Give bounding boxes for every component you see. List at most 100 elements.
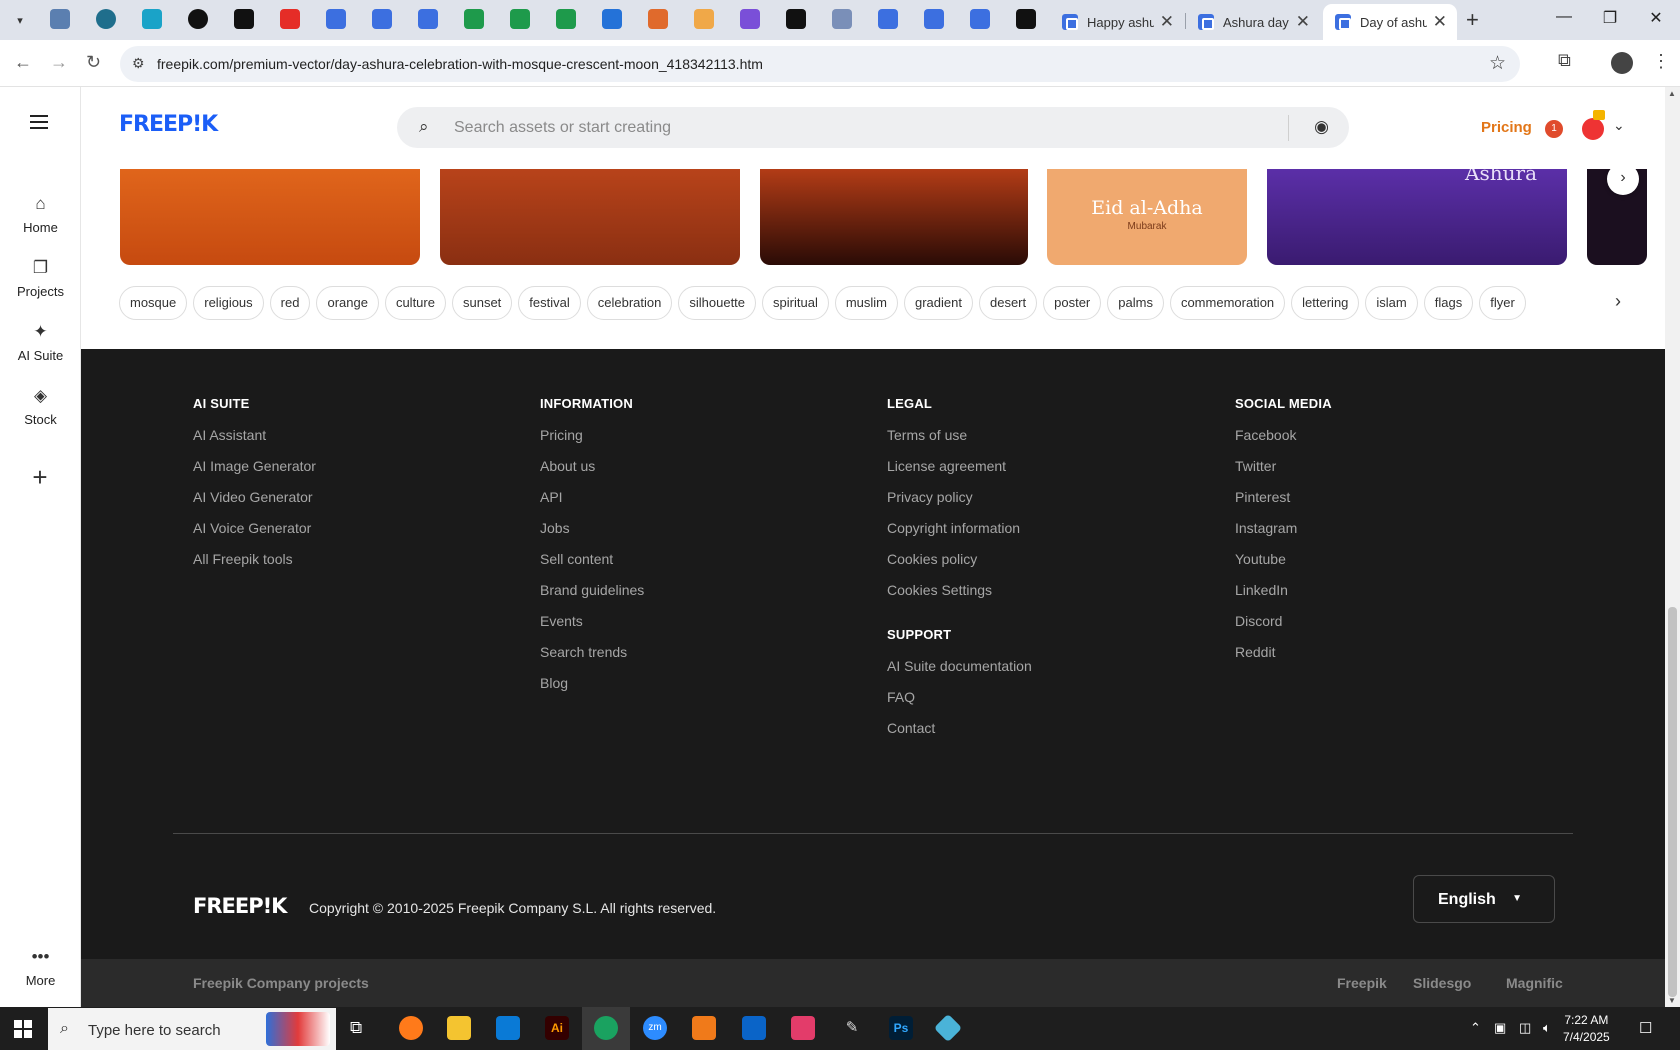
browser-menu-icon[interactable]: ⋮ <box>1652 51 1670 72</box>
footer-link[interactable]: License agreement <box>887 458 1032 489</box>
freepik-tab-icon[interactable] <box>924 9 944 29</box>
tag-chip[interactable]: palms <box>1107 286 1164 320</box>
footer-link[interactable]: Brand guidelines <box>540 582 644 613</box>
tag-chip[interactable]: red <box>269 286 311 320</box>
sheets-tab-icon[interactable] <box>556 9 576 29</box>
tag-chip[interactable]: orange <box>316 286 379 320</box>
tab-close-icon[interactable]: ✕ <box>1296 12 1310 32</box>
youtube-tab-icon[interactable] <box>280 9 300 29</box>
footer-link[interactable]: Blog <box>540 675 644 706</box>
related-thumbnail[interactable]: Eid al-Adha Mubarak <box>1047 169 1247 265</box>
footer-link[interactable]: Copyright information <box>887 520 1032 551</box>
file-explorer-icon[interactable] <box>447 1016 471 1040</box>
tag-chip[interactable]: festival <box>518 286 581 320</box>
tag-chip[interactable]: flags <box>1423 286 1474 320</box>
app-icon[interactable] <box>933 1013 963 1043</box>
footer-link[interactable]: All Freepik tools <box>193 551 316 582</box>
docs-tab-icon[interactable] <box>326 9 346 29</box>
footer-link[interactable]: AI Assistant <box>193 427 316 458</box>
minimize-icon[interactable]: — <box>1541 8 1587 26</box>
tags-next-icon[interactable]: › <box>1615 291 1621 312</box>
footer-logo[interactable]: FREEP!K <box>193 894 287 918</box>
freepik-tab-icon[interactable] <box>878 9 898 29</box>
tag-chip[interactable]: culture <box>384 286 446 320</box>
wifi-icon[interactable]: ◫ <box>1519 1020 1531 1036</box>
page-scrollbar[interactable]: ▲ ▼ <box>1665 87 1680 1007</box>
footer-link[interactable]: Pinterest <box>1235 489 1332 520</box>
footer-link[interactable]: About us <box>540 458 644 489</box>
tag-chip[interactable]: mosque <box>119 286 188 320</box>
tag-chip[interactable]: lettering <box>1291 286 1360 320</box>
vscode-icon[interactable] <box>496 1016 520 1040</box>
scroll-down-icon[interactable]: ▼ <box>1668 996 1676 1005</box>
pinned-tab-icon[interactable] <box>648 9 668 29</box>
footer-link[interactable]: Sell content <box>540 551 644 582</box>
volume-icon[interactable]: 🔈︎ <box>1543 1020 1551 1036</box>
pricing-link[interactable]: Pricing <box>1481 119 1532 136</box>
project-link[interactable]: Magnific <box>1506 975 1563 991</box>
tag-chip[interactable]: religious <box>193 286 264 320</box>
project-link[interactable]: Slidesgo <box>1413 975 1471 991</box>
pinned-tab-icon[interactable] <box>740 9 760 29</box>
tag-chip[interactable]: desert <box>978 286 1038 320</box>
footer-link[interactable]: AI Suite documentation <box>887 658 1032 689</box>
url-bar[interactable]: ⚙ freepik.com/premium-vector/day-ashura-… <box>120 46 1520 82</box>
photoshop-icon[interactable]: Ps <box>889 1016 913 1040</box>
tag-chip[interactable]: celebration <box>586 286 673 320</box>
pinned-tab-icon[interactable] <box>96 9 116 29</box>
tab-close-icon[interactable]: ✕ <box>1433 12 1447 32</box>
xampp-icon[interactable] <box>692 1016 716 1040</box>
footer-link[interactable]: Instagram <box>1235 520 1332 551</box>
back-icon[interactable]: ← <box>14 52 32 73</box>
illustrator-icon[interactable]: Ai <box>545 1016 569 1040</box>
firefox-icon[interactable] <box>399 1016 423 1040</box>
windows-start-icon[interactable] <box>14 1020 32 1038</box>
reload-icon[interactable]: ↻ <box>86 52 101 73</box>
bookmark-star-icon[interactable]: ☆ <box>1489 52 1506 75</box>
sidebar-item-more[interactable]: ••• More <box>0 947 81 988</box>
search-input[interactable]: Search assets or start creating <box>454 119 671 137</box>
footer-link[interactable]: Jobs <box>540 520 644 551</box>
outlook-icon[interactable] <box>742 1016 766 1040</box>
scrollbar-thumb[interactable] <box>1668 607 1677 997</box>
pinned-tab-icon[interactable] <box>1016 9 1036 29</box>
tray-overflow-icon[interactable]: ⌃ <box>1470 1020 1481 1036</box>
footer-link[interactable]: Pricing <box>540 427 644 458</box>
task-view-icon[interactable]: ⧉ <box>350 1018 362 1038</box>
footer-link[interactable]: AI Video Generator <box>193 489 316 520</box>
footer-link[interactable]: Cookies policy <box>887 551 1032 582</box>
footer-link[interactable]: AI Image Generator <box>193 458 316 489</box>
pinned-tab-icon[interactable] <box>694 9 714 29</box>
tag-chip[interactable]: gradient <box>904 286 973 320</box>
pinned-tab-icon[interactable] <box>142 9 162 29</box>
browser-tab[interactable]: Happy ashu ✕ <box>1050 4 1184 40</box>
related-thumbnail[interactable] <box>120 169 420 265</box>
taskbar-search[interactable]: ⌕ Type here to search <box>48 1008 336 1050</box>
chevron-down-icon[interactable]: ⌄ <box>1613 117 1625 134</box>
hamburger-menu-icon[interactable] <box>30 115 48 133</box>
action-center-icon[interactable]: ☐ <box>1639 1019 1652 1037</box>
docs-tab-icon[interactable] <box>418 9 438 29</box>
tag-chip[interactable]: sunset <box>451 286 513 320</box>
footer-link[interactable]: API <box>540 489 644 520</box>
footer-link[interactable]: Privacy policy <box>887 489 1032 520</box>
extensions-icon[interactable]: ⧉ <box>1558 50 1571 71</box>
site-info-icon[interactable]: ⚙ <box>132 55 145 72</box>
freepik-logo[interactable]: FREEP!K <box>119 112 218 137</box>
network-icon[interactable]: ▣ <box>1494 1020 1506 1036</box>
pinned-tab-icon[interactable] <box>50 9 70 29</box>
new-tab-button[interactable]: + <box>1466 8 1479 32</box>
freepik-tab-icon[interactable] <box>970 9 990 29</box>
profile-avatar[interactable] <box>1611 52 1633 74</box>
footer-link[interactable]: LinkedIn <box>1235 582 1332 613</box>
creative-cloud-icon[interactable] <box>791 1016 815 1040</box>
scroll-up-icon[interactable]: ▲ <box>1668 89 1676 98</box>
tag-chip[interactable]: flyer <box>1479 286 1526 320</box>
tab-search-dropdown[interactable]: ▾ <box>8 8 32 32</box>
add-icon[interactable]: + <box>20 457 60 497</box>
user-avatar[interactable] <box>1582 118 1604 140</box>
pinned-tab-icon[interactable] <box>234 9 254 29</box>
taskbar-search-input[interactable]: Type here to search <box>88 1022 221 1039</box>
footer-link[interactable]: Discord <box>1235 613 1332 644</box>
footer-link[interactable]: Contact <box>887 720 1032 751</box>
